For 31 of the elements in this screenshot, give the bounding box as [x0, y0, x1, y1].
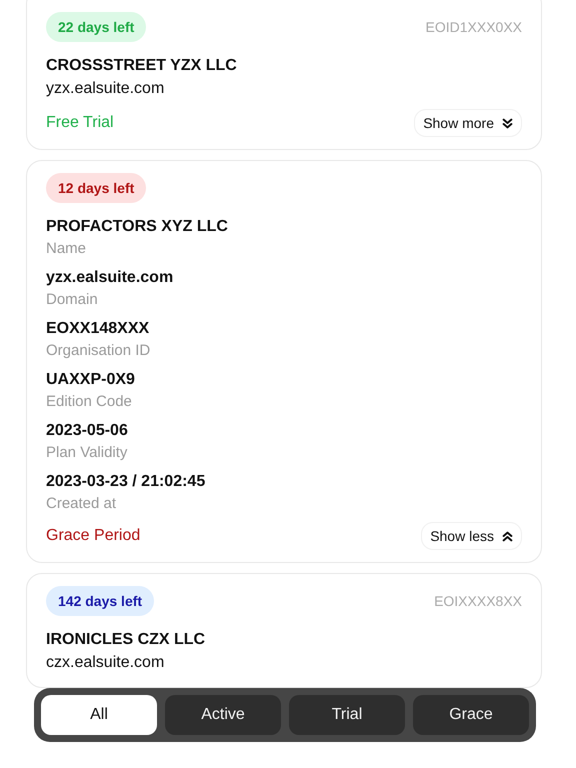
filter-tab[interactable]: All — [41, 695, 157, 735]
chevrons-icon — [502, 118, 513, 128]
domain-text: czx.ealsuite.com — [46, 653, 166, 673]
field-value: PROFACTORS XYZ LLC — [46, 217, 229, 237]
plan-status: Grace Period — [46, 527, 140, 545]
organisation-id: EOIXXXX8XX — [434, 593, 522, 609]
show-less-button[interactable]: Show less — [421, 522, 522, 550]
field-value: yzx.ealsuite.com — [46, 268, 174, 288]
field-label: Edition Code — [46, 392, 133, 412]
field-label: Domain — [46, 290, 99, 310]
filter-tab[interactable]: Grace — [413, 695, 529, 735]
organisation-id: EOID1XXX0XX — [426, 19, 522, 35]
field-value: 2023-05-06 — [46, 421, 129, 441]
field-value: EOXX148XXX — [46, 319, 150, 339]
filter-tab[interactable]: Trial — [289, 695, 405, 735]
company-name: IRONICLES CZX LLC — [46, 630, 206, 650]
days-left-badge: 142 days left — [46, 586, 154, 616]
show-more-button[interactable]: Show more — [414, 109, 522, 137]
domain-text: yzx.ealsuite.com — [46, 79, 166, 99]
plan-status: Free Trial — [46, 114, 114, 132]
field-label: Organisation ID — [46, 341, 152, 361]
company-name: CROSSSTREET YZX LLC — [46, 56, 238, 76]
field-label: Plan Validity — [46, 443, 128, 463]
field-value: UAXXP-0X9 — [46, 370, 136, 390]
chevrons-icon — [502, 530, 513, 542]
field-value: 2023-03-23 / 21:02:45 — [46, 472, 206, 492]
field-label: Created at — [46, 494, 118, 514]
field-label: Name — [46, 239, 88, 259]
filter-tab[interactable]: Active — [165, 695, 281, 735]
days-left-badge: 22 days left — [46, 12, 146, 42]
days-left-badge: 12 days left — [46, 173, 146, 203]
